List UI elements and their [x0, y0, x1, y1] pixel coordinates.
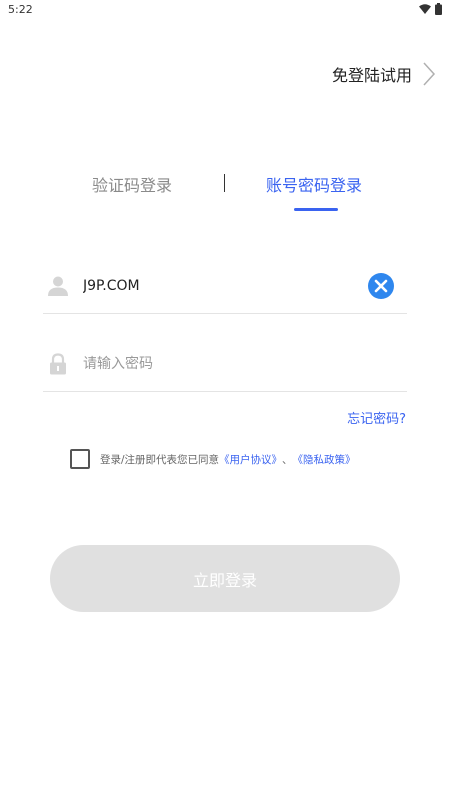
- lock-icon: [50, 353, 66, 375]
- username-input[interactable]: [83, 273, 353, 299]
- skip-login-button[interactable]: 免登陆试用: [332, 60, 436, 88]
- chevron-right-icon: [423, 62, 436, 86]
- clear-circle-icon[interactable]: [367, 272, 395, 300]
- tab-divider: [224, 174, 225, 192]
- tab-sms-login[interactable]: 验证码登录: [92, 172, 172, 196]
- skip-login-label: 免登陆试用: [331, 66, 412, 85]
- username-field: [43, 259, 407, 314]
- battery-icon: [435, 3, 442, 15]
- agreement-separator: 、: [282, 453, 293, 466]
- password-input[interactable]: [83, 351, 353, 377]
- status-bar: 5:22: [0, 0, 450, 20]
- agreement-text: 登录/注册即代表您已同意: [100, 453, 220, 466]
- status-time: 5:22: [8, 3, 33, 16]
- active-tab-indicator: [294, 208, 338, 211]
- agreement-row: 登录/注册即代表您已同意 《用户协议》 、 《隐私政策》: [70, 447, 356, 471]
- user-icon: [48, 276, 68, 296]
- wifi-icon: [419, 4, 431, 14]
- forgot-password-link[interactable]: 忘记密码?: [347, 408, 406, 427]
- password-field: [43, 337, 407, 392]
- login-button[interactable]: 立即登录: [50, 545, 400, 612]
- privacy-policy-link[interactable]: 《隐私政策》: [293, 452, 356, 467]
- tab-account-login[interactable]: 账号密码登录: [266, 172, 362, 196]
- login-tabs: 验证码登录 账号密码登录: [0, 168, 450, 218]
- user-agreement-link[interactable]: 《用户协议》: [219, 452, 282, 467]
- agreement-checkbox[interactable]: [70, 449, 90, 469]
- status-icons: [419, 3, 442, 15]
